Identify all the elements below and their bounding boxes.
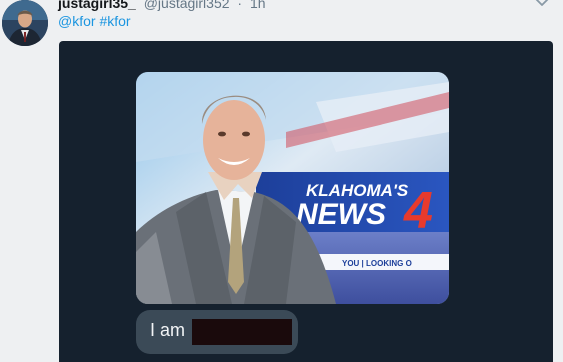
chat-bubble: I am	[136, 310, 298, 354]
anchor-photo-image: YOU | LOOKING O KLAHOMA'S NEWS 4	[136, 72, 449, 304]
tweet-header: justagirl35_ @justagirl352 · 1h	[58, 0, 266, 11]
chevron-down-icon[interactable]	[533, 0, 551, 10]
user-handle[interactable]: @justagirl352	[144, 0, 230, 11]
timestamp[interactable]: 1h	[250, 0, 266, 11]
logo-bottom-text: NEWS	[296, 198, 386, 231]
tweet: justagirl35_ @justagirl352 · 1h @kfor #k…	[0, 0, 563, 362]
separator-dot: ·	[237, 0, 243, 11]
tweet-media[interactable]: YOU | LOOKING O KLAHOMA'S NEWS 4 I am	[59, 41, 553, 362]
tweet-text-hashtags[interactable]: @kfor #kfor	[58, 13, 131, 29]
avatar-image	[2, 0, 48, 46]
ticker-text: YOU | LOOKING O	[342, 259, 412, 268]
chat-bubble-text: I am	[150, 320, 186, 340]
avatar[interactable]	[2, 0, 48, 46]
logo-number-text: 4	[403, 182, 433, 240]
redaction-bar	[192, 319, 292, 345]
display-name[interactable]: justagirl35_	[58, 0, 136, 11]
news-anchor-photo: YOU | LOOKING O KLAHOMA'S NEWS 4	[136, 72, 449, 304]
